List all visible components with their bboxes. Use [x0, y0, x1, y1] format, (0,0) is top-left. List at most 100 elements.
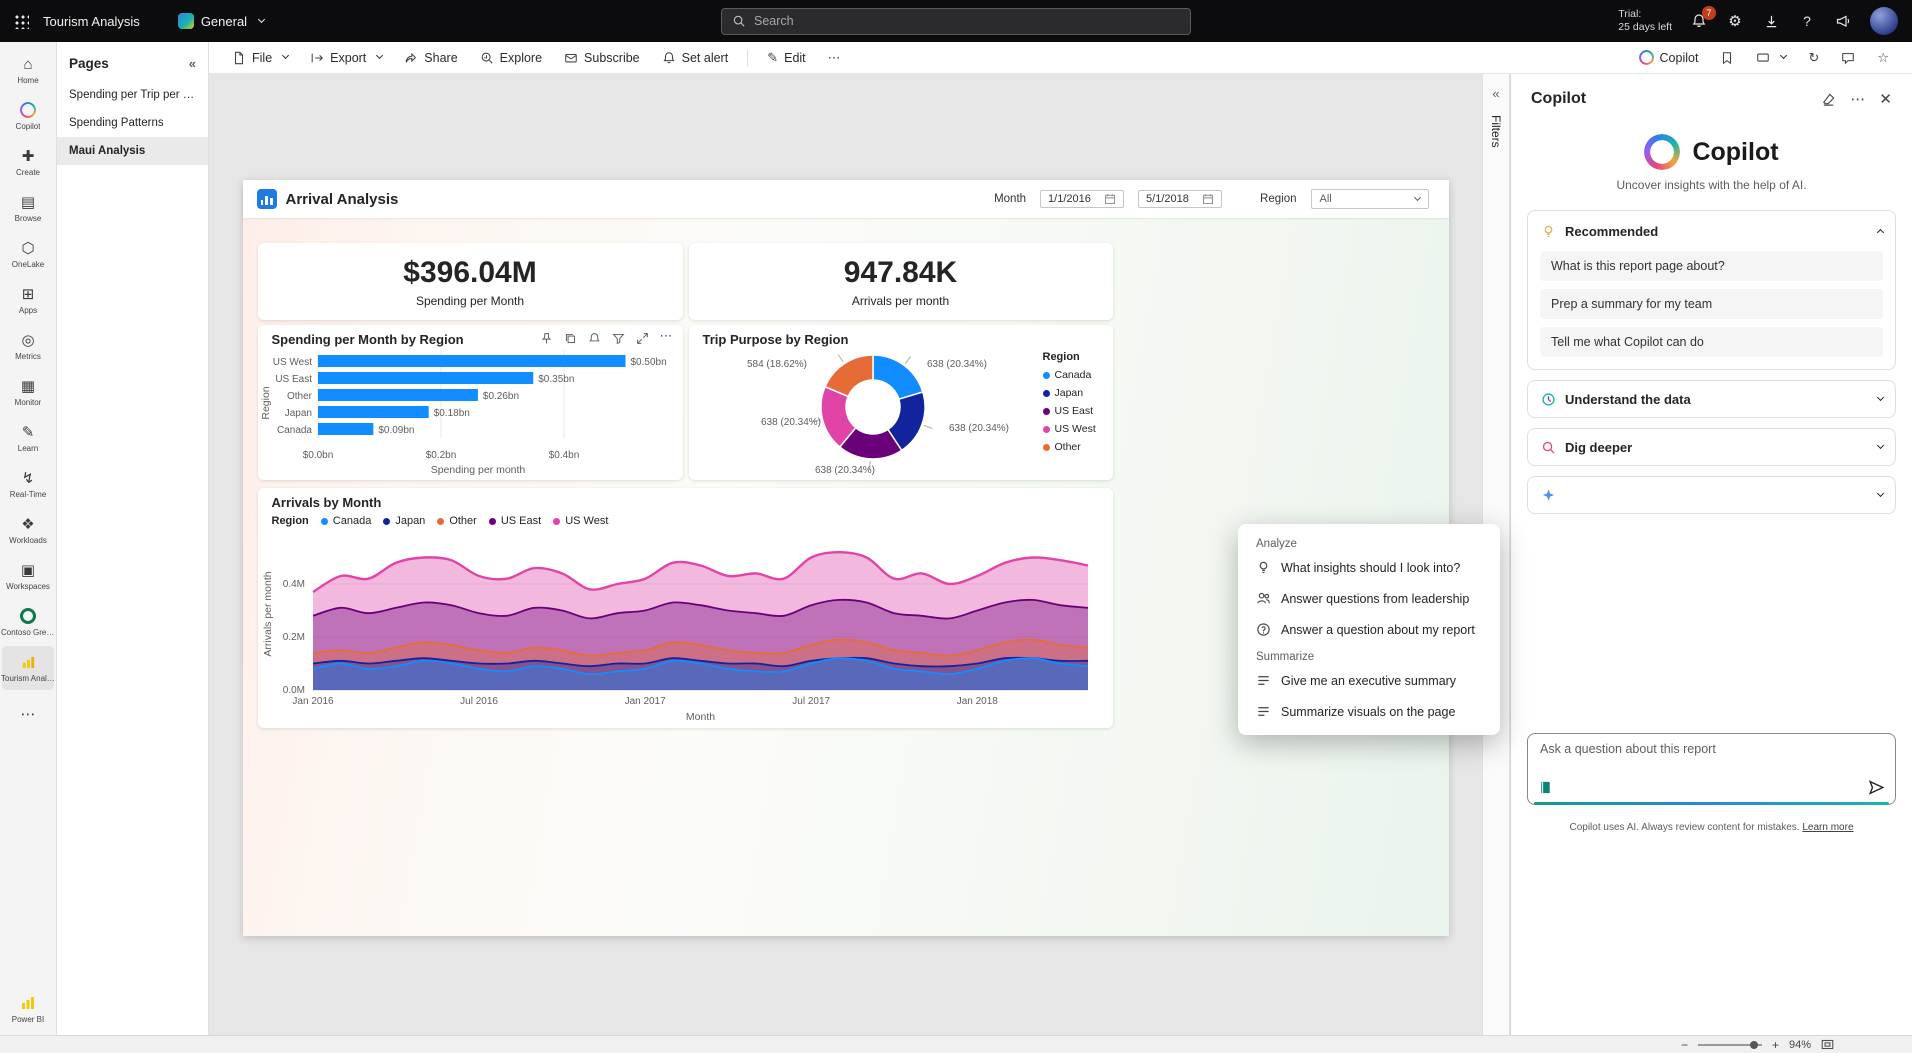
svg-text:$0.26bn: $0.26bn: [482, 391, 518, 402]
page-list-item[interactable]: Spending per Trip per P...: [57, 81, 208, 109]
sidebar-item-metrics[interactable]: ◎ Metrics: [2, 324, 54, 368]
area-chart-visual[interactable]: Arrivals by Month Region Canada Japan Othe…: [257, 488, 1113, 728]
copilot-question-input[interactable]: [1540, 742, 1883, 756]
more-options-icon[interactable]: ⋯: [660, 329, 673, 345]
account-avatar[interactable]: [1870, 7, 1898, 35]
favorite-button[interactable]: ☆: [1868, 47, 1898, 68]
popup-menu-item[interactable]: Answer questions from leadership: [1244, 583, 1494, 614]
donut-chart-visual[interactable]: Trip Purpose by Region 638 (20.34%) 638 (…: [688, 325, 1113, 480]
subscribe-button[interactable]: Subscribe: [555, 47, 649, 69]
zoom-slider-knob[interactable]: [1749, 1040, 1758, 1049]
set-alert-button[interactable]: Set alert: [653, 47, 738, 69]
copilot-input-box[interactable]: [1527, 733, 1896, 805]
power-bi-icon: [20, 995, 36, 1012]
popup-menu-item[interactable]: What insights should I look into?: [1244, 552, 1494, 583]
sidebar-item-onelake[interactable]: ⬡ OneLake: [2, 232, 54, 276]
send-button[interactable]: [1868, 779, 1885, 796]
sidebar-item-copilot[interactable]: Copilot: [2, 94, 54, 138]
sidebar-item-workspaces[interactable]: ▣ Workspaces: [2, 554, 54, 598]
explore-button[interactable]: Explore: [471, 47, 551, 69]
copilot-suggestion[interactable]: Prep a summary for my team: [1540, 289, 1883, 319]
download-button[interactable]: [1762, 12, 1780, 30]
alert-icon[interactable]: [588, 332, 601, 345]
kpi-card-spending[interactable]: $396.04M Spending per Month: [257, 243, 683, 320]
notifications-button[interactable]: 7: [1690, 6, 1716, 30]
region-dropdown[interactable]: All: [1310, 189, 1429, 209]
feedback-button[interactable]: [1834, 12, 1852, 30]
date-to-input[interactable]: 5/1/2018: [1138, 190, 1223, 208]
comments-button[interactable]: [1832, 47, 1864, 69]
copilot-suggestion[interactable]: What is this report page about?: [1540, 251, 1883, 281]
focus-mode-icon[interactable]: [636, 332, 649, 345]
zoom-out-button[interactable]: −: [1681, 1038, 1688, 1052]
sidebar-item-workloads[interactable]: ❖ Workloads: [2, 508, 54, 552]
legend-item[interactable]: US East: [1042, 405, 1109, 417]
bar-chart-visual[interactable]: Spending per Month by Region ⋯ $0.0bn $0.…: [257, 325, 683, 480]
search-input[interactable]: [754, 14, 1180, 28]
kpi-card-arrivals[interactable]: 947.84K Arrivals per month: [688, 243, 1113, 320]
sidebar-item-apps[interactable]: ⊞ Apps: [2, 278, 54, 322]
app-launcher-icon[interactable]: [14, 13, 29, 29]
sidebar-item-monitor[interactable]: ▦ Monitor: [2, 370, 54, 414]
copilot-section-dig-deeper[interactable]: Dig deeper: [1527, 428, 1896, 466]
svg-text:Spending per month: Spending per month: [430, 464, 525, 476]
gear-icon: ⚙: [1728, 13, 1742, 30]
more-icon: ⋯: [20, 705, 36, 723]
sidebar-item-create[interactable]: ✚ Create: [2, 140, 54, 184]
popup-menu-item[interactable]: Summarize visuals on the page: [1244, 696, 1494, 727]
popup-menu-item[interactable]: Give me an executive summary: [1244, 665, 1494, 696]
copilot-toolbar-button[interactable]: Copilot: [1630, 46, 1708, 69]
sidebar-item-browse[interactable]: ▤ Browse: [2, 186, 54, 230]
copy-icon[interactable]: [564, 332, 577, 345]
learn-more-link[interactable]: Learn more: [1802, 822, 1853, 833]
sidebar-item-home[interactable]: ⌂ Home: [2, 48, 54, 92]
collapse-pages-icon[interactable]: «: [189, 56, 196, 71]
sidebar-item-learn[interactable]: ✎ Learn: [2, 416, 54, 460]
sidebar-item-more[interactable]: ⋯: [2, 692, 54, 736]
export-button[interactable]: Export: [301, 47, 391, 69]
summary-lines-icon: [1256, 673, 1271, 688]
bookmarks-button[interactable]: [1711, 47, 1743, 69]
copilot-more-icon[interactable]: ⋯: [1850, 90, 1865, 108]
sidebar-item-tourism-analysis[interactable]: Tourism Analysis: [1, 646, 55, 690]
copilot-section-understand-the-data[interactable]: Understand the data: [1527, 380, 1896, 418]
legend-item[interactable]: Canada: [1042, 369, 1109, 381]
date-from-input[interactable]: 1/1/2016: [1040, 190, 1125, 208]
page-list-item[interactable]: Maui Analysis: [57, 137, 208, 165]
legend-item[interactable]: Other: [1042, 441, 1109, 453]
help-button[interactable]: ?: [1798, 12, 1816, 30]
pin-icon[interactable]: [540, 332, 553, 345]
sidebar-item-real-time[interactable]: ↯ Real-Time: [2, 462, 54, 506]
fit-to-page-icon[interactable]: [1821, 1038, 1834, 1051]
sidebar-item-power-bi[interactable]: Power BI: [2, 987, 54, 1031]
popup-menu-item[interactable]: Answer a question about my report: [1244, 614, 1494, 645]
file-button[interactable]: File: [223, 47, 297, 69]
copilot-suggestion[interactable]: Tell me what Copilot can do: [1540, 327, 1883, 357]
sidebar-item-contoso-green[interactable]: Contoso Green -...: [1, 600, 55, 644]
legend-label: Japan: [1054, 387, 1084, 399]
legend-item[interactable]: US West: [1042, 423, 1109, 435]
settings-button[interactable]: ⚙: [1726, 12, 1744, 30]
share-icon: [405, 52, 417, 63]
close-icon[interactable]: ✕: [1879, 90, 1892, 108]
zoom-in-button[interactable]: +: [1772, 1038, 1779, 1052]
new-chat-eraser-icon[interactable]: [1821, 92, 1836, 107]
workspace-switcher[interactable]: General: [177, 13, 266, 29]
legend-item[interactable]: Japan: [1042, 387, 1109, 399]
global-search[interactable]: [721, 7, 1191, 35]
page-list-item[interactable]: Spending Patterns: [57, 109, 208, 137]
view-button[interactable]: [1747, 47, 1795, 69]
comment-icon: [1842, 52, 1855, 65]
chevron-down-icon: [1780, 51, 1788, 60]
filter-funnel-icon[interactable]: [612, 332, 625, 345]
zoom-slider[interactable]: [1697, 1040, 1762, 1049]
refresh-button[interactable]: ↻: [1799, 47, 1828, 68]
chevron-down-icon: [1876, 441, 1885, 449]
share-button[interactable]: Share: [395, 47, 466, 69]
edit-button[interactable]: ✎ Edit: [758, 47, 814, 69]
expand-filters-icon[interactable]: «: [1492, 86, 1499, 101]
toolbar-more-button[interactable]: ⋯: [819, 47, 850, 68]
copilot-section-header[interactable]: Recommended: [1540, 219, 1885, 243]
notebook-icon[interactable]: [1538, 780, 1553, 795]
copilot-section-collapsed[interactable]: [1527, 476, 1896, 514]
